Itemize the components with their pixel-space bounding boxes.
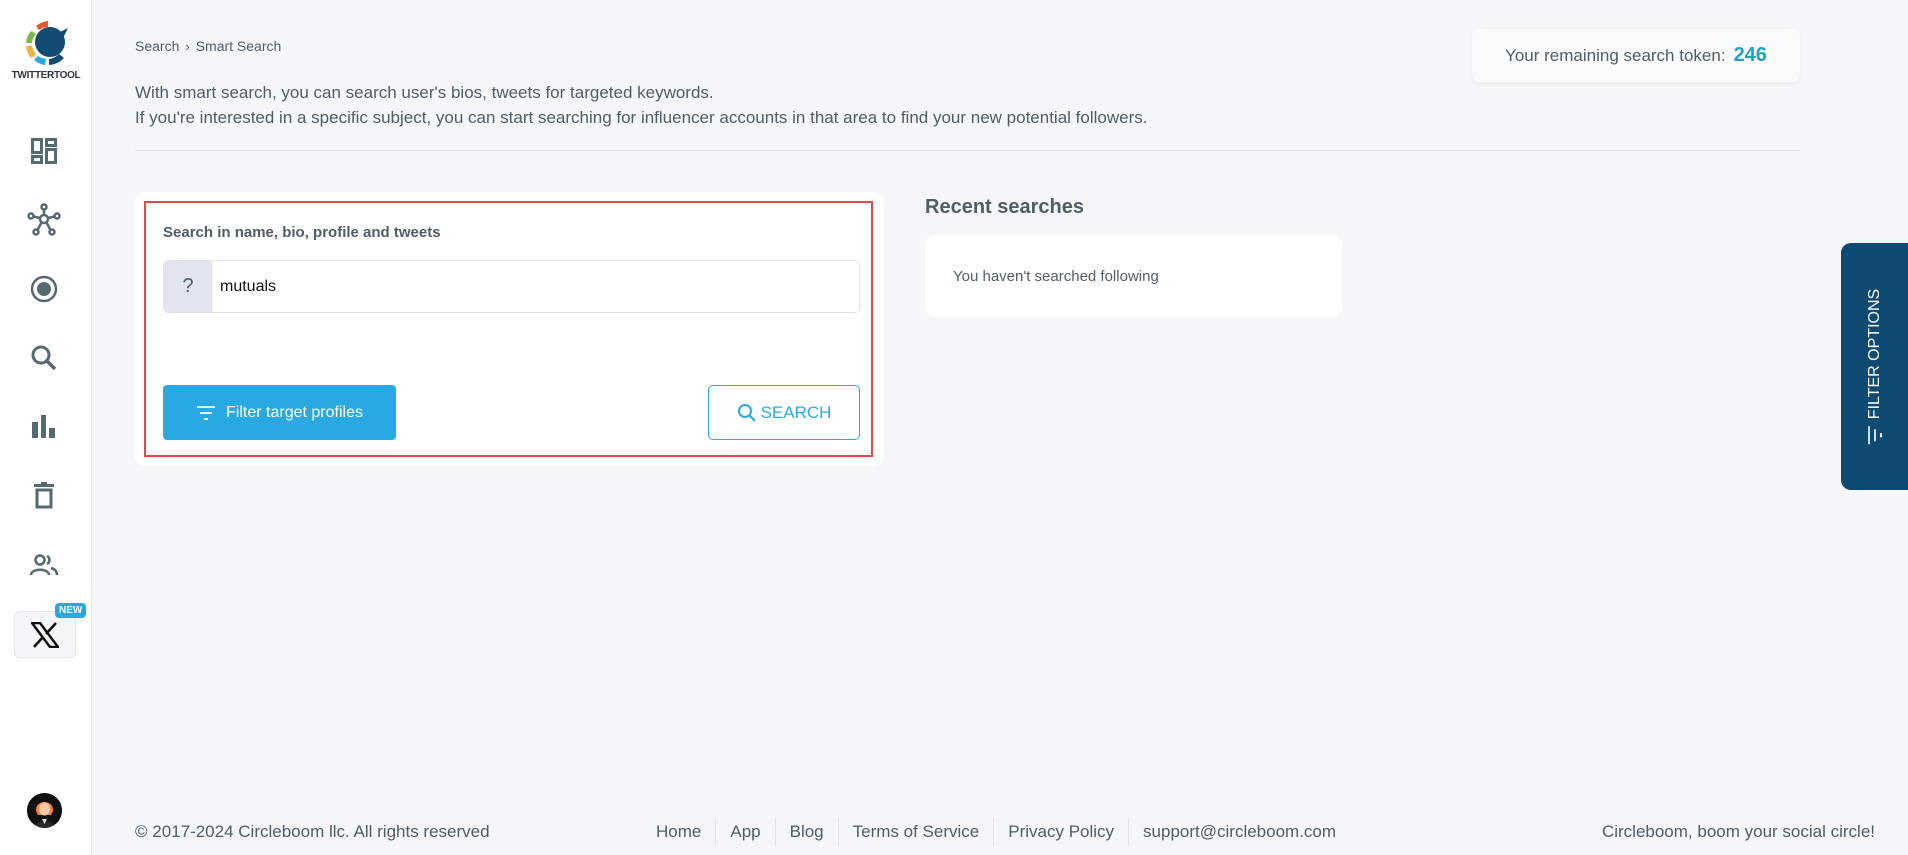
token-label: Your remaining search token: <box>1505 45 1726 65</box>
footer-link-home[interactable]: Home <box>642 818 715 846</box>
header-divider <box>135 150 1800 151</box>
search-highlight-frame: Search in name, bio, profile and tweets … <box>144 201 873 457</box>
search-input[interactable] <box>212 261 859 312</box>
chevron-right-icon: › <box>185 38 190 54</box>
sidebar: TWITTERTOOL NEW <box>0 0 92 855</box>
sidebar-item-network[interactable] <box>26 202 62 238</box>
filter-options-content: FILTER OPTIONS <box>1866 288 1884 444</box>
dashboard-icon <box>31 138 57 164</box>
recent-searches-title: Recent searches <box>925 196 1084 218</box>
footer-link-terms[interactable]: Terms of Service <box>837 818 994 846</box>
footer-links: Home App Blog Terms of Service Privacy P… <box>642 818 1350 846</box>
search-icon <box>31 345 57 371</box>
bar-chart-icon <box>32 415 55 438</box>
breadcrumb: Search › Smart Search <box>135 38 281 54</box>
footer-link-support-email[interactable]: support@circleboom.com <box>1128 818 1350 846</box>
smart-search-card: Search in name, bio, profile and tweets … <box>135 192 884 466</box>
intro-text: With smart search, you can search user's… <box>135 80 1147 130</box>
recent-empty-message: You haven't searched following <box>953 267 1159 285</box>
help-icon: ? <box>164 261 212 312</box>
user-avatar-icon <box>27 793 62 828</box>
filter-icon <box>1867 425 1882 444</box>
avatar[interactable] <box>27 793 62 828</box>
logo[interactable]: TWITTERTOOL <box>0 18 92 81</box>
x-logo-icon <box>31 621 59 648</box>
footer-tagline: Circleboom, boom your social circle! <box>1601 822 1875 841</box>
brand-name: TWITTERTOOL <box>11 70 81 81</box>
recent-searches-card: You haven't searched following <box>925 235 1342 317</box>
filter-target-profiles-button[interactable]: Filter target profiles <box>163 385 396 440</box>
search-title: Search in name, bio, profile and tweets <box>163 224 441 241</box>
sidebar-item-search[interactable] <box>26 340 62 376</box>
footer-link-app[interactable]: App <box>715 818 774 846</box>
sidebar-item-dashboard[interactable] <box>26 133 62 169</box>
filter-icon <box>197 405 216 420</box>
footer-link-blog[interactable]: Blog <box>774 818 838 846</box>
footer: © 2017-2024 Circleboom llc. All rights r… <box>135 818 1875 846</box>
sidebar-item-analytics[interactable] <box>26 409 62 445</box>
people-icon <box>29 554 59 576</box>
breadcrumb-search[interactable]: Search <box>135 38 179 54</box>
search-icon <box>737 403 756 422</box>
sidebar-item-x[interactable] <box>14 611 76 658</box>
intro-line-1: With smart search, you can search user's… <box>135 83 714 102</box>
sidebar-item-delete[interactable] <box>26 478 62 514</box>
filter-options-label: FILTER OPTIONS <box>1865 288 1883 419</box>
intro-line-2: If you're interested in a specific subje… <box>135 108 1148 127</box>
radio-circle-icon <box>30 275 58 303</box>
search-button[interactable]: SEARCH <box>708 385 860 440</box>
search-button-label: SEARCH <box>760 402 832 422</box>
filter-options-tab[interactable]: FILTER OPTIONS <box>1841 243 1908 490</box>
filter-button-label: Filter target profiles <box>226 403 363 421</box>
trash-icon <box>34 482 54 509</box>
sidebar-item-circle[interactable] <box>26 271 62 307</box>
search-token-box: Your remaining search token: 246 <box>1472 29 1800 82</box>
search-input-group: ? <box>163 260 860 313</box>
token-value: 246 <box>1733 44 1767 66</box>
sidebar-item-users[interactable] <box>26 547 62 583</box>
footer-link-privacy[interactable]: Privacy Policy <box>993 818 1128 846</box>
new-badge: NEW <box>55 603 87 618</box>
network-icon <box>27 203 61 236</box>
copyright: © 2017-2024 Circleboom llc. All rights r… <box>135 822 490 841</box>
breadcrumb-current: Smart Search <box>195 38 282 54</box>
circleboom-logo-icon <box>26 21 68 65</box>
